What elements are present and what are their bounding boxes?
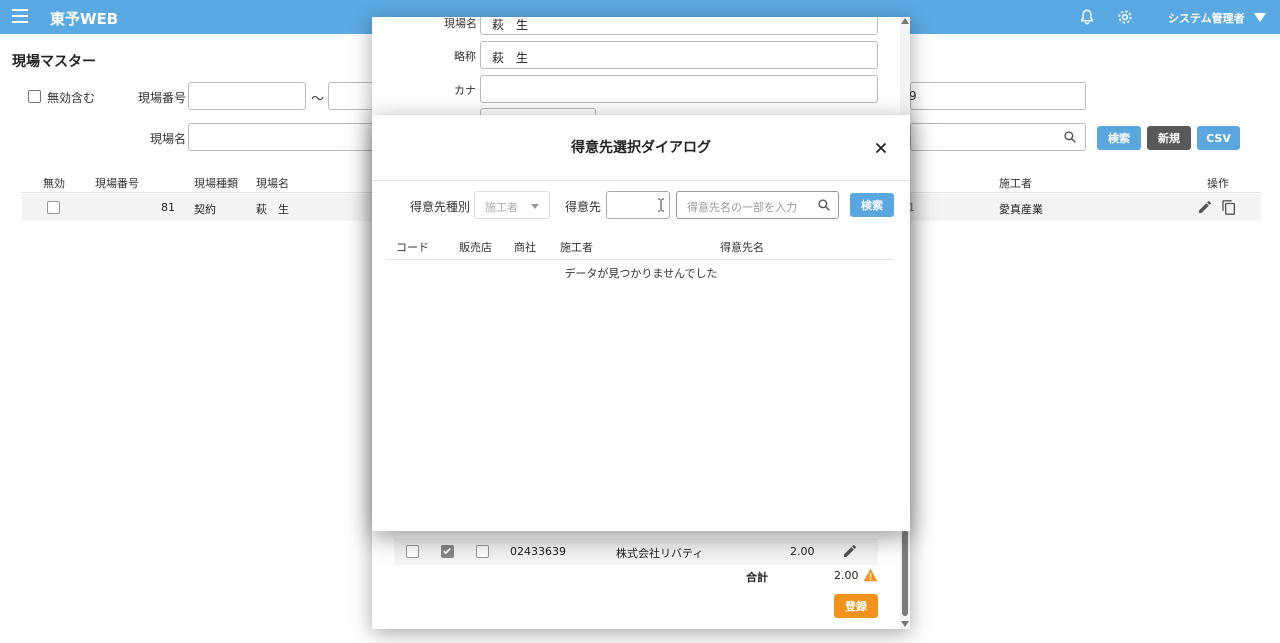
form-row-code: 02433639	[510, 545, 566, 558]
register-button[interactable]: 登録	[834, 594, 878, 618]
row-site-type: 契約	[194, 203, 216, 216]
close-icon[interactable]	[872, 139, 890, 157]
app-title: 東予WEB	[50, 10, 119, 28]
form-total-value: 2.00	[834, 569, 859, 582]
empty-message: データが見つかりませんでした	[564, 267, 718, 280]
check-icon	[443, 547, 451, 555]
col-header-trader: 商社	[514, 241, 536, 254]
search-icon[interactable]	[817, 198, 831, 212]
form-total-label: 合計	[746, 571, 768, 584]
user-menu[interactable]: システム管理者	[1168, 10, 1245, 26]
site-no-from-input[interactable]	[188, 82, 306, 110]
text-cursor-icon	[658, 198, 664, 212]
filter-partial-text: 9	[909, 89, 917, 103]
site-filter-input-right[interactable]: 9	[909, 82, 1086, 110]
customer-name-search-input[interactable]: 得意先名の一部を入力	[676, 191, 839, 219]
row-site-no: 81	[161, 201, 175, 214]
form-site-name-label: 現場名	[444, 17, 477, 30]
col-header-customer-name: 得意先名	[720, 241, 764, 254]
col-header-site-name: 現場名	[256, 177, 289, 190]
form-row-company: 株式会社リバティ	[616, 547, 704, 560]
col-header-dealer: 販売店	[459, 241, 492, 254]
form-kana-input[interactable]	[480, 75, 878, 103]
page-title: 現場マスター	[12, 54, 96, 70]
include-inactive-checkbox[interactable]	[28, 90, 41, 103]
customer-type-label: 得意先種別	[410, 200, 471, 214]
csv-button[interactable]: CSV	[1197, 126, 1240, 150]
col-header-site-no: 現場番号	[95, 177, 139, 190]
site-name-label: 現場名	[150, 132, 187, 146]
new-button[interactable]: 新規	[1147, 126, 1191, 150]
customer-name-placeholder: 得意先名の一部を入力	[687, 201, 797, 214]
dialog-search-button[interactable]: 検索	[850, 193, 894, 217]
search-button[interactable]: 検索	[1097, 126, 1141, 150]
bell-icon[interactable]	[1078, 8, 1096, 26]
col-header-inactive: 無効	[43, 177, 65, 190]
customer-label: 得意先	[565, 200, 602, 214]
include-inactive-label: 無効含む	[47, 91, 96, 105]
row-inactive-checkbox[interactable]	[47, 201, 60, 214]
col-header-builder: 施工者	[999, 177, 1032, 190]
col-header-site-type: 現場種類	[194, 177, 238, 190]
site-no-to-input[interactable]	[328, 82, 374, 110]
warning-icon	[863, 568, 878, 582]
site-name-search-field[interactable]	[910, 123, 1086, 151]
form-row-checkbox-2[interactable]	[441, 545, 454, 558]
col-header-code: コード	[396, 241, 429, 254]
range-separator: 〜	[311, 92, 325, 107]
dialog-table-divider	[388, 259, 894, 260]
customer-select-dialog: 得意先選択ダイアログ 得意先種別 施工者 得意先 得意先名の一部を入力 検索 コ…	[372, 115, 910, 531]
form-table-row: 02433639 株式会社リバティ 2.00	[394, 538, 878, 565]
search-icon[interactable]	[1063, 130, 1077, 144]
site-name-input[interactable]	[188, 123, 374, 151]
form-row-edit-icon[interactable]	[842, 543, 858, 559]
form-row-checkbox-3[interactable]	[476, 545, 489, 558]
customer-type-select[interactable]: 施工者	[474, 191, 550, 219]
chevron-down-icon	[531, 204, 539, 209]
edit-icon[interactable]	[1197, 199, 1213, 215]
form-kana-label: カナ	[454, 84, 476, 97]
scrollbar-thumb[interactable]	[902, 530, 908, 616]
form-short-input[interactable]: 萩 生	[480, 41, 878, 69]
form-site-name-input[interactable]: 萩 生	[480, 17, 878, 35]
row-builder: 愛真産業	[999, 203, 1043, 216]
site-no-label: 現場番号	[138, 91, 187, 105]
customer-type-value: 施工者	[485, 201, 518, 214]
form-short-value: 萩 生	[492, 51, 529, 65]
form-row-amount: 2.00	[790, 545, 815, 558]
scroll-down-icon[interactable]	[901, 621, 909, 627]
customer-code-input[interactable]	[606, 191, 670, 219]
dialog-title: 得意先選択ダイアログ	[571, 140, 711, 156]
form-short-label: 略称	[454, 50, 476, 63]
copy-icon[interactable]	[1221, 199, 1237, 216]
form-site-name-value: 萩 生	[492, 18, 529, 32]
user-dropdown-icon[interactable]	[1254, 13, 1266, 22]
gear-icon[interactable]	[1116, 8, 1134, 26]
form-row-checkbox-1[interactable]	[406, 545, 419, 558]
menu-icon[interactable]	[12, 9, 28, 23]
dialog-divider	[372, 180, 910, 181]
row-site-name: 萩 生	[256, 203, 289, 216]
col-header-dialog-builder: 施工者	[560, 241, 593, 254]
col-header-ops: 操作	[1207, 177, 1229, 190]
scroll-up-icon[interactable]	[901, 18, 909, 24]
